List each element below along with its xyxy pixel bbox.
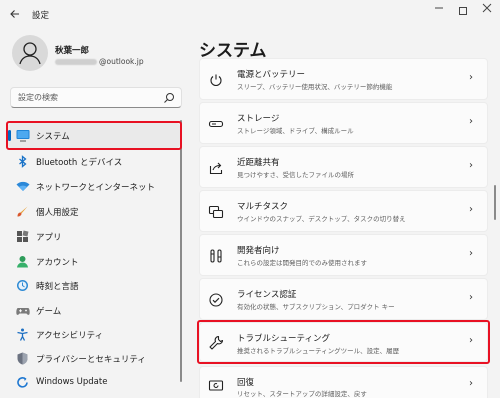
title-bar: 設定	[0, 0, 500, 30]
sidebar-item-label: アカウント	[36, 258, 79, 268]
search-placeholder: 設定の検索	[18, 93, 58, 102]
activation-check-icon	[208, 292, 224, 308]
accessibility-icon	[16, 328, 29, 341]
avatar[interactable]	[12, 35, 48, 71]
card-subtitle: ウインドウのスナップ、デスクトップ、タスクの切り替え	[237, 215, 406, 223]
search-input[interactable]: 設定の検索	[10, 87, 182, 108]
card-title: 電源とバッテリー	[237, 70, 306, 80]
card-power-battery[interactable]: 電源とバッテリー スリープ、バッテリー使用状況、バッテリー節約機能 ›	[199, 58, 488, 100]
sidebar-item-label: Windows Update	[36, 377, 108, 387]
sidebar-item-windows-update[interactable]: Windows Update	[8, 370, 180, 395]
sidebar-item-label: アプリ	[36, 233, 62, 243]
card-title: マルチタスク	[237, 202, 289, 212]
sidebar-item-privacy-security[interactable]: プライバシーとセキュリティ	[8, 346, 180, 371]
power-icon	[208, 72, 224, 88]
card-title: 回復	[237, 378, 255, 388]
developer-tools-icon	[208, 248, 224, 264]
chevron-right-icon: ›	[469, 248, 473, 259]
search-icon[interactable]	[163, 92, 175, 104]
sidebar-item-accessibility[interactable]: アクセシビリティ	[8, 322, 180, 347]
bluetooth-icon	[16, 155, 29, 168]
card-subtitle: ストレージ領域、ドライブ、構成ルール	[237, 127, 354, 135]
network-wifi-icon	[16, 180, 30, 193]
back-arrow-icon[interactable]	[8, 8, 22, 22]
apps-icon	[16, 230, 29, 243]
paint-brush-icon	[16, 205, 29, 218]
sidebar-scrollbar[interactable]	[180, 120, 182, 382]
windows-update-icon	[16, 376, 29, 389]
card-subtitle: 見つけやすさ、受信したファイルの場所	[237, 171, 354, 179]
account-person-icon	[16, 255, 29, 268]
sidebar-item-accounts[interactable]: アカウント	[8, 249, 180, 274]
chevron-right-icon: ›	[469, 378, 473, 389]
sidebar-item-label: アクセシビリティ	[36, 331, 104, 341]
card-subtitle: これらの設定は開発目的でのみ使用されます	[237, 259, 367, 267]
sidebar-item-label: プライバシーとセキュリティ	[36, 355, 146, 365]
sidebar-item-label: Bluetooth とデバイス	[36, 158, 123, 168]
highlight-box-system	[6, 121, 182, 150]
sidebar-item-personalization[interactable]: 個人用設定	[8, 199, 180, 224]
time-language-icon	[16, 279, 29, 292]
chevron-right-icon: ›	[469, 72, 473, 83]
sidebar-item-label: ゲーム	[36, 307, 62, 317]
email-redacted	[55, 59, 97, 65]
card-multitasking[interactable]: マルチタスク ウインドウのスナップ、デスクトップ、タスクの切り替え ›	[199, 190, 488, 232]
card-title: 近距離共有	[237, 158, 280, 168]
recovery-icon	[208, 378, 224, 394]
main-scrollbar[interactable]	[494, 185, 496, 220]
sidebar-item-label: ネットワークとインターネット	[36, 183, 156, 193]
sidebar-item-label: 個人用設定	[36, 208, 79, 218]
card-title: 開発者向け	[237, 246, 280, 256]
window-title: 設定	[32, 11, 50, 21]
sidebar-item-gaming[interactable]: ゲーム	[8, 298, 180, 323]
share-icon	[208, 160, 224, 176]
card-subtitle: 有効化の状態、サブスクリプション、プロダクト キー	[237, 303, 395, 311]
card-activation[interactable]: ライセンス認証 有効化の状態、サブスクリプション、プロダクト キー ›	[199, 278, 488, 320]
chevron-right-icon: ›	[469, 160, 473, 171]
minimize-icon[interactable]	[426, 2, 452, 20]
user-email: @outlook.jp	[55, 57, 144, 66]
sidebar-item-bluetooth[interactable]: Bluetooth とデバイス	[8, 149, 180, 174]
card-storage[interactable]: ストレージ ストレージ領域、ドライブ、構成ルール ›	[199, 102, 488, 144]
sidebar-item-time-language[interactable]: 時刻と言語	[8, 273, 180, 298]
maximize-icon[interactable]	[450, 2, 476, 20]
game-controller-icon	[16, 304, 30, 317]
sidebar-item-label: 時刻と言語	[36, 282, 79, 292]
storage-drive-icon	[208, 116, 224, 132]
highlight-box-troubleshoot	[197, 320, 490, 364]
card-title: ライセンス認証	[237, 290, 297, 300]
shield-icon	[16, 352, 29, 365]
card-subtitle: リセット、スタートアップの詳細設定、戻す	[237, 390, 367, 398]
card-nearby-sharing[interactable]: 近距離共有 見つけやすさ、受信したファイルの場所 ›	[199, 146, 488, 188]
chevron-right-icon: ›	[469, 204, 473, 215]
card-for-developers[interactable]: 開発者向け これらの設定は開発目的でのみ使用されます ›	[199, 234, 488, 276]
multitask-icon	[208, 204, 224, 220]
card-recovery[interactable]: 回復 リセット、スタートアップの詳細設定、戻す ›	[199, 366, 488, 398]
sidebar-item-apps[interactable]: アプリ	[8, 224, 180, 249]
chevron-right-icon: ›	[469, 292, 473, 303]
card-title: ストレージ	[237, 114, 280, 124]
card-subtitle: スリープ、バッテリー使用状況、バッテリー節約機能	[237, 83, 393, 91]
chevron-right-icon: ›	[469, 116, 473, 127]
user-name: 秋葉一郎	[55, 46, 90, 56]
sidebar-item-network[interactable]: ネットワークとインターネット	[8, 174, 180, 199]
close-icon[interactable]	[474, 2, 500, 20]
